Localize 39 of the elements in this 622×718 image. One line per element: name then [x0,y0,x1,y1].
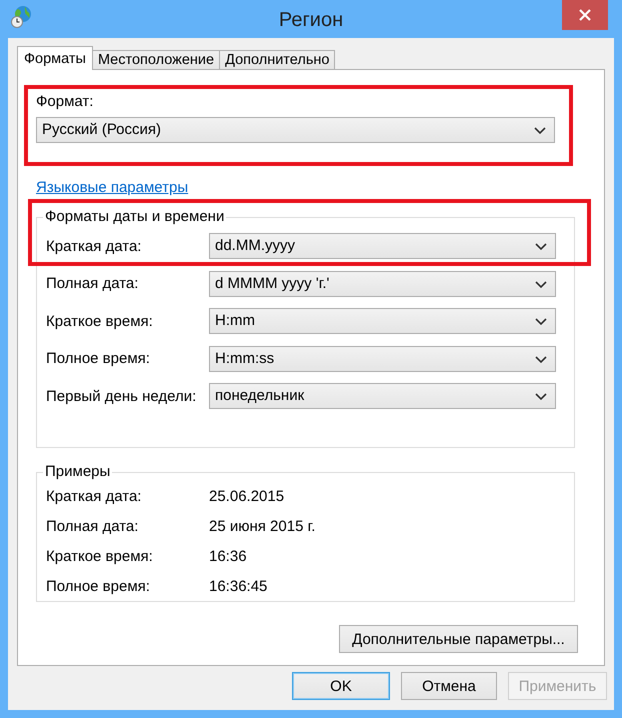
chevron-down-icon [535,243,547,251]
dialog-button[interactable]: OK [292,672,390,700]
chevron-down-icon [535,318,547,326]
format-label: Формат: [36,93,94,111]
field-label: Краткая дата: [46,238,142,254]
advanced-settings-button[interactable]: Дополнительные параметры... [339,625,578,653]
dropdown[interactable]: dd.MM.yyyy [209,233,556,259]
language-settings-link[interactable]: Языковые параметры [36,179,188,196]
chevron-down-icon [535,356,547,364]
tab[interactable]: Дополнительно [219,50,336,69]
example-value: 25 июня 2015 г. [209,518,316,534]
chevron-down-icon [534,127,546,135]
dialog-button[interactable]: Отмена [401,672,497,700]
example-value: 25.06.2015 [209,488,284,504]
close-icon [579,9,591,21]
group-title: Форматы даты и времени [44,208,226,226]
example-value: 16:36 [209,548,247,564]
dropdown[interactable]: d MMMM yyyy 'г.' [209,270,556,296]
field-label: Первый день недели: [46,388,198,404]
example-label: Краткая дата: [46,488,142,504]
example-label: Полная дата: [46,518,140,534]
example-label: Краткое время: [46,548,154,564]
field-label: Краткое время: [46,312,154,330]
dropdown[interactable]: понедельник [209,383,556,409]
dropdown[interactable]: H:mm [209,308,556,334]
close-button[interactable] [562,0,608,30]
example-label: Полное время: [46,578,151,594]
window-title: Регион [278,8,344,32]
field-label: Полное время: [46,350,151,367]
tab[interactable]: Местоположение [92,50,220,69]
chevron-down-icon [535,280,547,288]
field-label: Полная дата: [46,275,140,292]
globe-clock-icon [11,5,33,29]
tab[interactable]: Форматы [17,46,93,70]
chevron-down-icon [535,393,547,401]
dropdown[interactable]: Русский (Россия) [36,117,555,143]
dropdown[interactable]: H:mm:ss [209,346,556,372]
group-title: Примеры [44,463,112,481]
example-value: 16:36:45 [209,578,268,594]
